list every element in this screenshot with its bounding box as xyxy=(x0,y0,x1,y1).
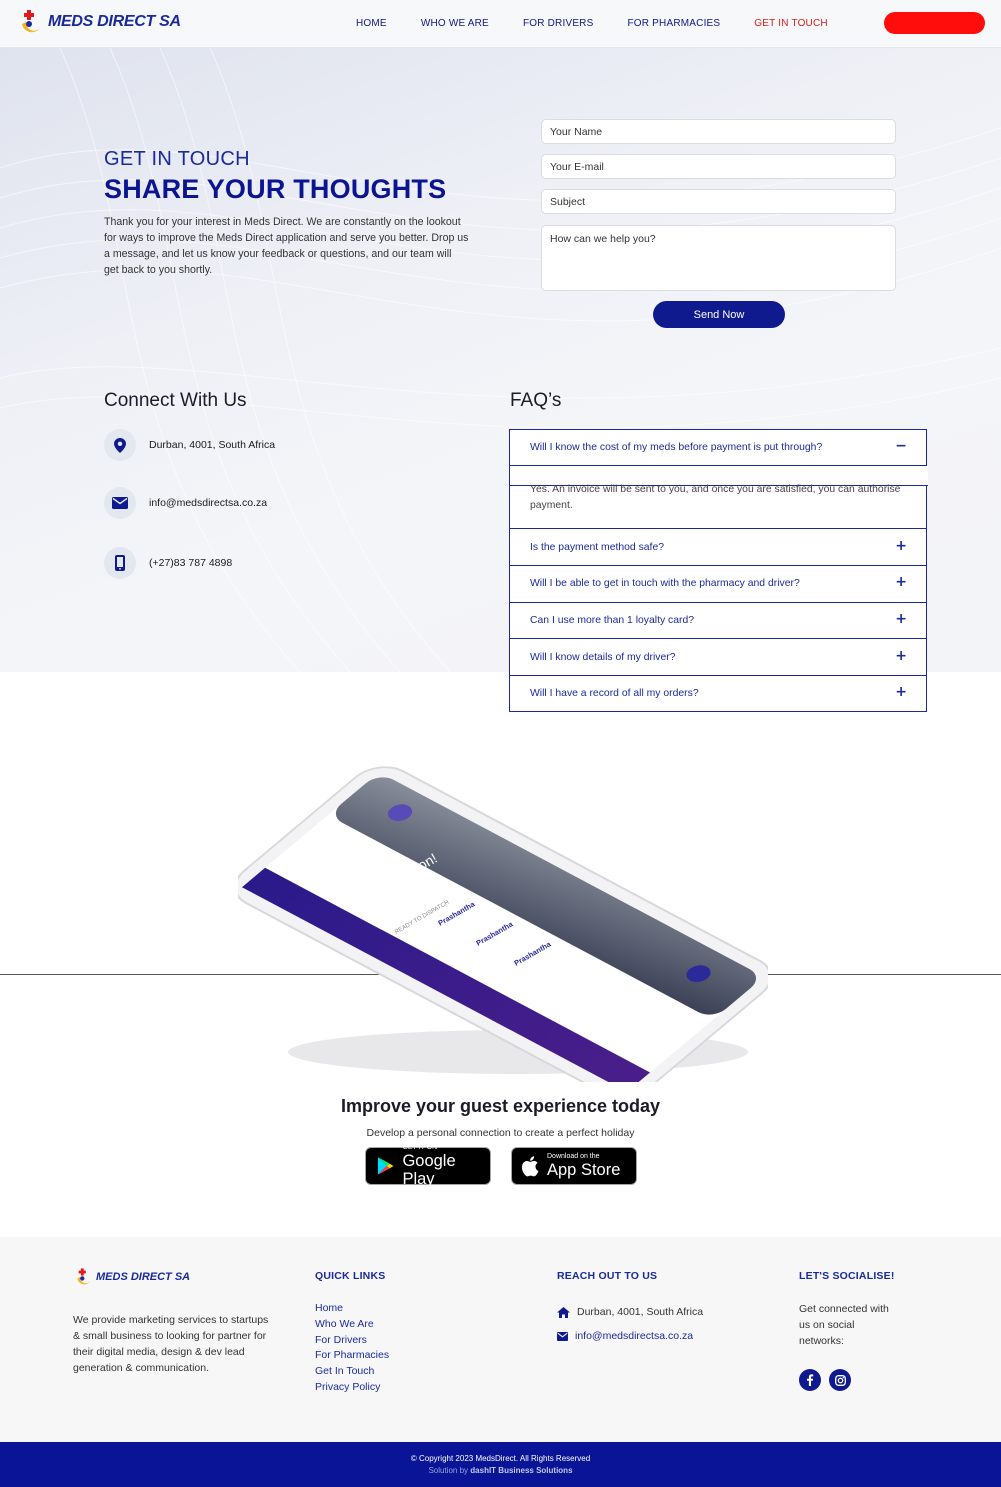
credit-company-link[interactable]: dashIT Business Solutions xyxy=(470,1466,572,1475)
faq-item-6[interactable]: Will I have a record of all my orders? + xyxy=(509,675,927,712)
social-title: LET'S SOCIALISE! xyxy=(799,1270,895,1282)
faq-item-1[interactable]: Will I know the cost of my meds before p… xyxy=(509,429,927,466)
credit-prefix: Solution by xyxy=(428,1466,469,1475)
footer-link-get-in-touch[interactable]: Get In Touch xyxy=(315,1364,389,1380)
footer-link-who-we-are[interactable]: Who We Are xyxy=(315,1317,389,1333)
faq-item-3[interactable]: Will I be able to get in touch with the … xyxy=(509,565,927,603)
hero-title: SHARE YOUR THOUGHTS xyxy=(104,174,447,204)
nav-for-pharmacies[interactable]: FOR PHARMACIES xyxy=(627,18,720,29)
home-icon xyxy=(557,1306,570,1318)
app-store-button[interactable]: Download on the App Store xyxy=(511,1147,637,1185)
contact-phone[interactable]: (+27)83 787 4898 xyxy=(104,547,232,579)
footer-email[interactable]: info@medsdirectsa.co.za xyxy=(557,1330,693,1342)
connect-title: Connect With Us xyxy=(104,390,247,411)
plus-icon[interactable]: + xyxy=(895,538,907,554)
footer-link-for-pharmacies[interactable]: For Pharmacies xyxy=(315,1348,389,1364)
faq-title: FAQ’s xyxy=(510,390,562,411)
faq-item-5[interactable]: Will I know details of my driver? + xyxy=(509,638,927,676)
envelope-icon xyxy=(104,487,136,519)
nav-get-in-touch[interactable]: GET IN TOUCH xyxy=(754,18,828,29)
brand-name: MEDS DIRECT SA xyxy=(48,13,181,30)
faq-question: Is the payment method safe? xyxy=(530,542,665,553)
promo-title: Improve your guest experience today xyxy=(340,1096,661,1116)
credit-line: Solution by dashIT Business Solutions xyxy=(0,1466,1001,1475)
message-textarea[interactable] xyxy=(541,225,896,291)
faq-question: Will I know details of my driver? xyxy=(530,652,676,663)
brand-logo[interactable]: MEDS DIRECT SA xyxy=(16,8,181,36)
footer-link-privacy-policy[interactable]: Privacy Policy xyxy=(315,1380,389,1396)
footer-brand-name: MEDS DIRECT SA xyxy=(96,1271,191,1283)
subject-input[interactable] xyxy=(541,189,896,214)
main-nav: HOME WHO WE ARE FOR DRIVERS FOR PHARMACI… xyxy=(356,18,828,29)
faq-item-2[interactable]: Is the payment method safe? + xyxy=(509,528,927,566)
logo-icon xyxy=(16,8,44,36)
footer-link-for-drivers[interactable]: For Drivers xyxy=(315,1333,389,1349)
envelope-icon xyxy=(557,1331,568,1341)
footer-about: We provide marketing services to startup… xyxy=(73,1314,269,1374)
google-big-text: Google Play xyxy=(402,1152,456,1188)
plus-icon[interactable]: + xyxy=(895,648,907,664)
footer-address-text: Durban, 4001, South Africa xyxy=(577,1306,704,1318)
faq-answer-panel: Yes. An invoice will be sent to you, and… xyxy=(509,465,928,529)
faq-answer-text: Yes. An invoice will be sent to you, and… xyxy=(530,484,901,511)
name-input[interactable] xyxy=(541,119,896,144)
footer-logo[interactable]: MEDS DIRECT SA xyxy=(73,1267,190,1287)
footer-link-home[interactable]: Home xyxy=(315,1301,389,1317)
logo-icon xyxy=(77,1268,91,1285)
faq-question: Will I be able to get in touch with the … xyxy=(530,578,800,589)
faq-question: Will I have a record of all my orders? xyxy=(530,688,699,699)
header-cta-button[interactable] xyxy=(884,12,985,34)
quick-links-title: QUICK LINKS xyxy=(315,1270,386,1282)
instagram-icon[interactable] xyxy=(829,1369,851,1391)
footer-address: Durban, 4001, South Africa xyxy=(557,1306,703,1318)
apple-small-text: Download on the xyxy=(547,1153,600,1160)
nav-home[interactable]: HOME xyxy=(356,18,387,29)
send-now-button[interactable]: Send Now xyxy=(653,301,785,328)
social-text: Get connected with us on social networks… xyxy=(799,1303,889,1347)
faq-item-4[interactable]: Can I use more than 1 loyalty card? + xyxy=(509,602,927,639)
google-play-button[interactable]: GET IT ON Google Play xyxy=(365,1144,491,1188)
copyright-text: © Copyright 2023 MedsDirect. All Rights … xyxy=(410,1454,591,1463)
plus-icon[interactable]: + xyxy=(895,611,907,627)
nav-who-we-are[interactable]: WHO WE ARE xyxy=(421,18,489,29)
contact-address-text: Durban, 4001, South Africa xyxy=(149,439,276,451)
contact-phone-text: (+27)83 787 4898 xyxy=(149,557,233,569)
faq-question: Will I know the cost of my meds before p… xyxy=(530,442,823,453)
facebook-icon[interactable] xyxy=(799,1369,821,1391)
map-pin-icon xyxy=(104,429,136,461)
contact-address: Durban, 4001, South Africa xyxy=(104,429,275,461)
minus-icon[interactable]: − xyxy=(895,438,907,454)
hero-eyebrow: GET IN TOUCH xyxy=(104,148,250,170)
footer-email-text: info@medsdirectsa.co.za xyxy=(575,1330,694,1342)
email-input[interactable] xyxy=(541,154,896,179)
apple-icon xyxy=(521,1156,539,1177)
plus-icon[interactable]: + xyxy=(895,684,907,700)
plus-icon[interactable]: + xyxy=(895,574,907,590)
google-play-icon xyxy=(377,1157,394,1175)
promo-subtitle: Develop a personal connection to create … xyxy=(366,1127,635,1139)
site-footer: MEDS DIRECT SA We provide marketing serv… xyxy=(0,1237,1001,1442)
phone-mockup: Welcome, Chanu Greyson! READY TO DISPATC… xyxy=(234,762,772,1098)
quick-links-list: Home Who We Are For Drivers For Pharmaci… xyxy=(315,1301,389,1396)
copyright-bar: © Copyright 2023 MedsDirect. All Rights … xyxy=(0,1442,1001,1487)
contact-email-text: info@medsdirectsa.co.za xyxy=(149,497,268,509)
apple-big-text: App Store xyxy=(547,1161,621,1179)
reach-title: REACH OUT TO US xyxy=(557,1270,658,1282)
nav-for-drivers[interactable]: FOR DRIVERS xyxy=(523,18,594,29)
hero-description: Thank you for your interest in Meds Dire… xyxy=(104,216,469,276)
google-small-text: GET IT ON xyxy=(402,1144,438,1151)
site-header: MEDS DIRECT SA HOME WHO WE ARE FOR DRIVE… xyxy=(0,0,1001,48)
faq-question: Can I use more than 1 loyalty card? xyxy=(530,615,695,626)
contact-email[interactable]: info@medsdirectsa.co.za xyxy=(104,487,267,519)
mobile-phone-icon xyxy=(104,547,136,579)
